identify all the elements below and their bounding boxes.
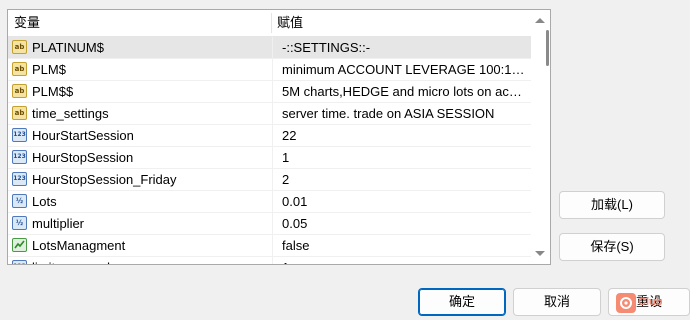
variable-name: PLM$ — [32, 62, 66, 77]
grid-viewport: 变量 赋值 ab PLATINUM$ -::SETTINGS::- ab PLM$ min… — [8, 10, 531, 264]
variable-cell[interactable]: 123 HourStopSession — [8, 147, 271, 168]
table-row[interactable]: LotsManagment false — [8, 235, 531, 257]
variable-value: 2 — [282, 172, 290, 187]
double-type-icon: ½ — [12, 194, 27, 208]
variable-name: Lots — [32, 194, 57, 209]
string-type-icon: ab — [12, 84, 27, 98]
value-cell[interactable]: 0.01 — [272, 191, 528, 212]
variable-cell[interactable]: ½ multiplier — [8, 213, 271, 234]
integer-type-icon: 123 — [12, 150, 27, 164]
variable-cell[interactable]: 123 HourStopSession_Friday — [8, 169, 271, 190]
table-row[interactable]: ab PLM$$ 5M charts,HEDGE and micro lots on… — [8, 81, 531, 103]
table-row[interactable]: 123 limit open orders 1 — [8, 257, 531, 264]
table-row[interactable]: ab time_settings server time. trade on ASI… — [8, 103, 531, 125]
string-type-icon: ab — [12, 106, 27, 120]
variable-name: HourStopSession_Friday — [32, 172, 177, 187]
column-header-value[interactable]: 赋值 — [277, 10, 303, 36]
variable-value: -::SETTINGS::- — [282, 40, 371, 55]
variable-name: HourStartSession — [32, 128, 134, 143]
value-cell[interactable]: server time. trade on ASIA SESSION — [272, 103, 528, 124]
double-type-icon: ½ — [12, 216, 27, 230]
variable-value: 5M charts,HEDGE and micro lots on acc... — [282, 84, 526, 99]
scroll-down-icon[interactable] — [535, 251, 545, 256]
value-cell[interactable]: 0.05 — [272, 213, 528, 234]
variable-cell[interactable]: ½ Lots — [8, 191, 271, 212]
table-row[interactable]: 123 HourStartSession 22 — [8, 125, 531, 147]
save-button[interactable]: 保存(S) — [559, 233, 665, 261]
bool-type-icon — [12, 238, 27, 252]
variable-cell[interactable]: ab PLM$$ — [8, 81, 271, 102]
vertical-scrollbar[interactable] — [531, 10, 550, 264]
value-cell[interactable]: 5M charts,HEDGE and micro lots on acc... — [272, 81, 528, 102]
table-row[interactable]: ½ multiplier 0.05 — [8, 213, 531, 235]
variable-name: PLATINUM$ — [32, 40, 104, 55]
table-row[interactable]: ½ Lots 0.01 — [8, 191, 531, 213]
integer-type-icon: 123 — [12, 128, 27, 142]
variable-cell[interactable]: 123 limit open orders — [8, 257, 271, 264]
value-cell[interactable]: false — [272, 235, 528, 256]
value-cell[interactable]: 22 — [272, 125, 528, 146]
variable-value: 22 — [282, 128, 297, 143]
variable-name: HourStopSession — [32, 150, 134, 165]
string-type-icon: ab — [12, 40, 27, 54]
variable-cell[interactable]: 123 HourStartSession — [8, 125, 271, 146]
table-row[interactable]: ab PLM$ minimum ACCOUNT LEVERAGE 100:1 or … — [8, 59, 531, 81]
variable-name: time_settings — [32, 106, 109, 121]
load-button[interactable]: 加载(L) — [559, 191, 665, 219]
variable-name: LotsManagment — [32, 238, 126, 253]
watermark-logo-icon — [616, 293, 636, 313]
variable-value: server time. trade on ASIA SESSION — [282, 106, 495, 121]
variable-cell[interactable]: LotsManagment — [8, 235, 271, 256]
column-header-variable[interactable]: 变量 — [14, 10, 40, 36]
variable-name: limit open orders — [32, 257, 268, 264]
variable-name: PLM$$ — [32, 84, 74, 99]
variable-cell[interactable]: ab PLM$ — [8, 59, 271, 80]
variable-value: 0.05 — [282, 216, 308, 231]
string-type-icon: ab — [12, 62, 27, 76]
ok-button[interactable]: 确定 — [418, 288, 506, 316]
variable-value: false — [282, 238, 310, 253]
variable-cell[interactable]: ab PLATINUM$ — [8, 37, 271, 58]
grid-rows: ab PLATINUM$ -::SETTINGS::- ab PLM$ minimum A… — [8, 37, 531, 264]
variable-value: minimum ACCOUNT LEVERAGE 100:1 or ... — [282, 62, 526, 77]
value-cell[interactable]: minimum ACCOUNT LEVERAGE 100:1 or ... — [272, 59, 528, 80]
inputs-grid: 变量 赋值 ab PLATINUM$ -::SETTINGS::- ab PLM$ min… — [7, 9, 551, 265]
variable-value: 1 — [282, 257, 526, 264]
value-cell[interactable]: -::SETTINGS::- — [272, 37, 528, 58]
column-separator[interactable] — [271, 13, 272, 33]
variable-name: multiplier — [32, 216, 85, 231]
variable-value: 0.01 — [282, 194, 308, 209]
variable-cell[interactable]: ab time_settings — [8, 103, 271, 124]
value-cell[interactable]: 1 — [272, 147, 528, 168]
watermark-text: Club — [638, 296, 663, 308]
cancel-button[interactable]: 取消 — [513, 288, 601, 316]
scrollbar-thumb[interactable] — [546, 30, 549, 66]
table-row[interactable]: 123 HourStopSession_Friday 2 — [8, 169, 531, 191]
value-cell[interactable]: 1 — [272, 257, 528, 264]
value-cell[interactable]: 2 — [272, 169, 528, 190]
table-row[interactable]: 123 HourStopSession 1 — [8, 147, 531, 169]
integer-type-icon: 123 — [12, 172, 27, 186]
variable-value: 1 — [282, 150, 290, 165]
grid-header: 变量 赋值 — [8, 10, 531, 37]
scroll-up-icon[interactable] — [535, 18, 545, 23]
integer-type-icon: 123 — [12, 260, 27, 264]
table-row[interactable]: ab PLATINUM$ -::SETTINGS::- — [8, 37, 531, 59]
